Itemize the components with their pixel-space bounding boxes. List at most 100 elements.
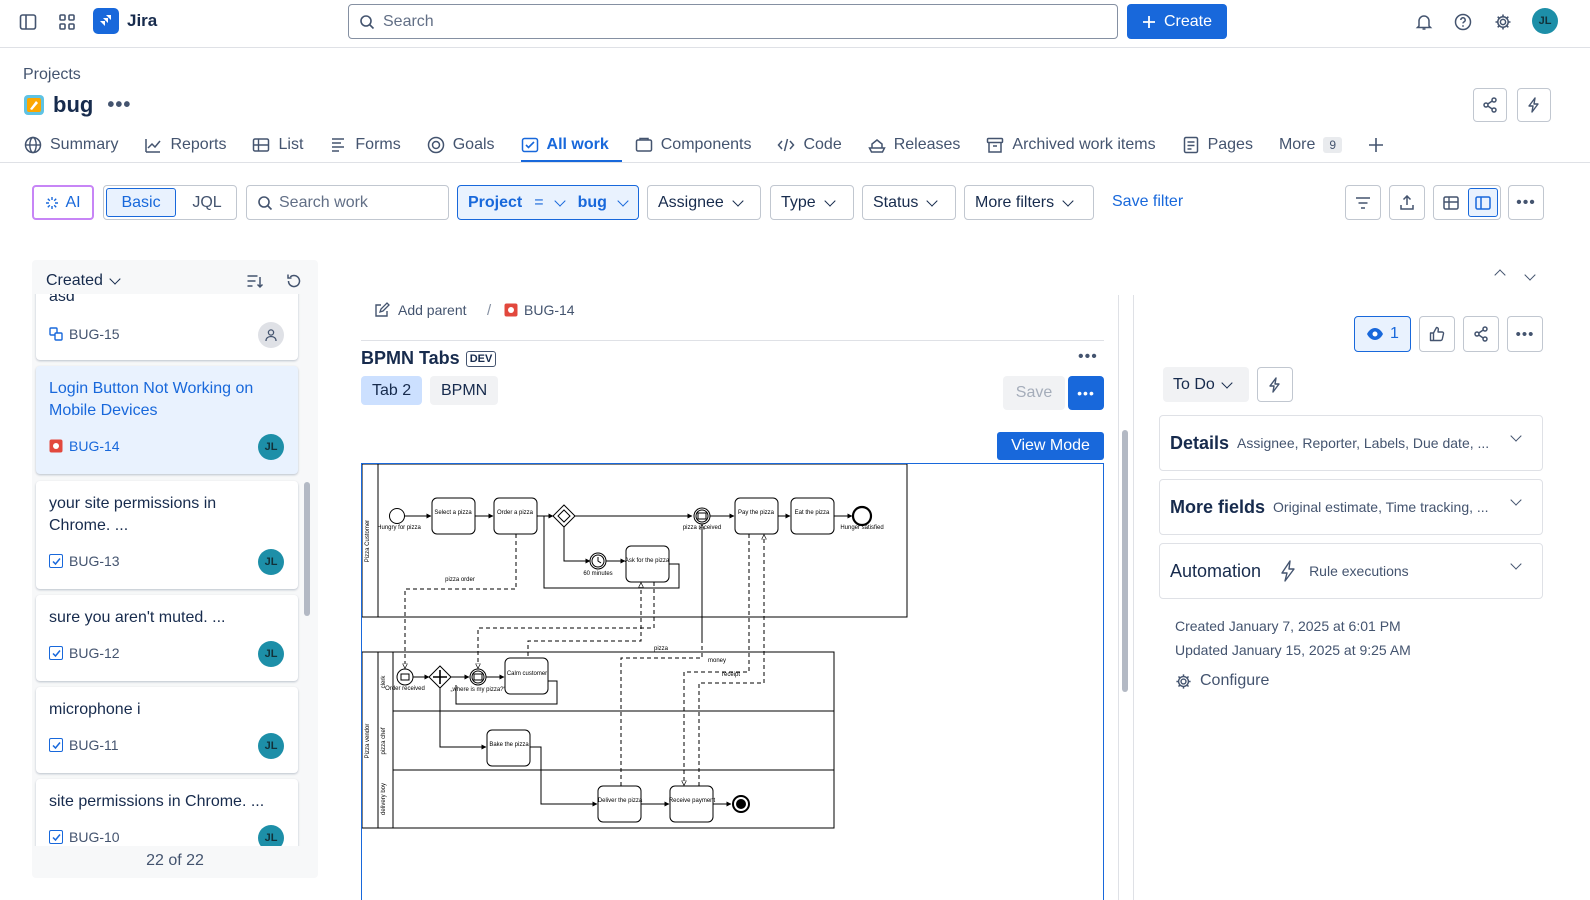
tab-archived-work-items[interactable]: Archived work items	[986, 128, 1168, 162]
basic-mode-button[interactable]: Basic	[106, 188, 176, 217]
global-search-input[interactable]: Search	[348, 4, 1118, 39]
filter-lines-button[interactable]	[1345, 185, 1381, 220]
detail-divider	[361, 340, 1104, 341]
assignee-filter[interactable]: Assignee	[647, 185, 761, 220]
svg-text:pizza chef: pizza chef	[381, 727, 387, 754]
tab-code[interactable]: Code	[777, 128, 854, 162]
app-switcher-icon[interactable]	[51, 6, 83, 38]
automation-project-button[interactable]	[1517, 88, 1551, 122]
share-button[interactable]	[1463, 316, 1499, 352]
svg-text:Pizza vendor: Pizza vendor	[365, 724, 371, 759]
task-bake-pizza	[486, 729, 531, 767]
add-parent-link[interactable]: Add parent	[374, 302, 467, 318]
updated-date: Updated January 15, 2025 at 9:25 AM	[1175, 642, 1411, 658]
share-project-button[interactable]	[1473, 88, 1507, 122]
tab-bpmn[interactable]: BPMN	[430, 376, 499, 405]
tab-more[interactable]: More 9	[1279, 128, 1355, 162]
tab-2[interactable]: Tab 2	[361, 376, 423, 405]
tab-summary[interactable]: Summary	[24, 128, 131, 162]
tab-components[interactable]: Components	[635, 128, 765, 162]
detail-view-button[interactable]	[1468, 188, 1498, 217]
automation-section[interactable]: Automation Rule executions	[1159, 543, 1543, 599]
create-button[interactable]: Create	[1127, 4, 1227, 39]
more-fields-section[interactable]: More fields Original estimate, Time trac…	[1159, 479, 1543, 535]
sort-dropdown[interactable]: Created	[46, 272, 121, 290]
previous-item-button[interactable]	[1492, 266, 1506, 282]
view-mode-button[interactable]: View Mode	[997, 432, 1104, 460]
sort-order-icon[interactable]	[246, 272, 264, 290]
tab-list[interactable]: List	[252, 128, 316, 162]
list-item[interactable]: asd BUG-15	[36, 294, 298, 360]
sidebar-toggle-icon[interactable]	[12, 6, 44, 38]
type-filter[interactable]: Type	[770, 185, 854, 220]
tab-goals[interactable]: Goals	[427, 128, 508, 162]
configure-link[interactable]: Configure	[1175, 672, 1269, 690]
task-select-pizza	[431, 497, 476, 535]
export-icon	[1400, 194, 1414, 210]
save-filter-link[interactable]: Save filter	[1112, 193, 1183, 211]
share-icon	[1483, 97, 1497, 113]
pool-customer	[362, 464, 908, 618]
status-filter[interactable]: Status	[862, 185, 956, 220]
tab-pages[interactable]: Pages	[1182, 128, 1266, 162]
project-more-icon[interactable]: •••	[107, 94, 131, 117]
add-tab-button[interactable]	[1368, 128, 1397, 162]
watch-button[interactable]: 1	[1354, 316, 1411, 352]
bpmn-canvas[interactable]: Pizza Customer Pizza vendor clerk pizza …	[361, 463, 1104, 900]
tab-forms[interactable]: Forms	[329, 128, 413, 162]
issue-key-link[interactable]: BUG-14	[504, 302, 575, 318]
save-button[interactable]: Save	[1003, 376, 1065, 410]
tab-all-work[interactable]: All work	[520, 128, 622, 163]
svg-text:Hungry for pizza: Hungry for pizza	[377, 525, 421, 531]
user-avatar[interactable]: JL	[1532, 8, 1558, 34]
detail-scrollbar[interactable]	[1122, 430, 1128, 692]
project-filter[interactable]: Project = bug	[457, 185, 639, 220]
list-item[interactable]: site permissions in Chrome. ... BUG-10 J…	[36, 779, 298, 846]
releases-icon	[868, 139, 886, 153]
more-actions-button[interactable]: •••	[1508, 185, 1544, 220]
export-button[interactable]	[1389, 185, 1425, 220]
item-more-button[interactable]: •••	[1507, 316, 1543, 352]
list-item[interactable]: your site permissions in Chrome. ... BUG…	[36, 481, 298, 589]
app-name: Jira	[127, 11, 158, 30]
jql-mode-button[interactable]: JQL	[178, 188, 236, 217]
like-button[interactable]	[1419, 316, 1455, 352]
list-scrollbar[interactable]	[304, 482, 310, 616]
breadcrumb-projects[interactable]: Projects	[23, 66, 81, 84]
chevron-down-icon	[1221, 376, 1233, 389]
globe-icon	[24, 136, 42, 154]
jira-home-link[interactable]: Jira	[93, 8, 157, 34]
automation-actions-button[interactable]	[1257, 367, 1293, 402]
refresh-icon[interactable]	[285, 272, 303, 290]
task-ask-pizza	[625, 545, 670, 583]
details-section[interactable]: Details Assignee, Reporter, Labels, Due …	[1159, 415, 1543, 471]
settings-gear-icon[interactable]	[1487, 6, 1519, 38]
tab-releases[interactable]: Releases	[868, 128, 974, 162]
bug-icon	[49, 439, 63, 453]
ai-search-button[interactable]: AI	[32, 185, 94, 220]
list-item[interactable]: sure you aren't muted. ... BUG-12 JL	[36, 595, 298, 681]
dev-badge: DEV	[465, 350, 497, 367]
list-item-selected[interactable]: Login Button Not Working on Mobile Devic…	[36, 366, 298, 474]
assignee-avatar: JL	[258, 733, 284, 759]
more-options-button[interactable]: •••	[1068, 376, 1104, 410]
task-icon	[49, 554, 63, 568]
svg-text:Pay the pizza: Pay the pizza	[738, 510, 775, 516]
table-icon	[1443, 195, 1459, 210]
tabs-divider	[0, 162, 1590, 163]
thumbs-up-icon	[1429, 326, 1445, 342]
view-switcher	[1433, 185, 1501, 220]
search-work-input[interactable]: Search work	[246, 185, 449, 220]
app-more-icon[interactable]: •••	[1078, 348, 1098, 366]
more-filters-button[interactable]: More filters	[964, 185, 1094, 220]
next-item-button[interactable]	[1522, 266, 1536, 282]
help-icon[interactable]	[1447, 6, 1479, 38]
jira-logo-icon	[93, 8, 119, 34]
tab-reports[interactable]: Reports	[144, 128, 239, 162]
list-view-button[interactable]	[1436, 188, 1466, 217]
notifications-icon[interactable]	[1408, 6, 1440, 38]
status-dropdown[interactable]: To Do	[1163, 367, 1249, 402]
list-item[interactable]: microphone i BUG-11 JL	[36, 687, 298, 773]
task-order-pizza	[493, 497, 538, 535]
subtask-icon	[49, 327, 63, 341]
